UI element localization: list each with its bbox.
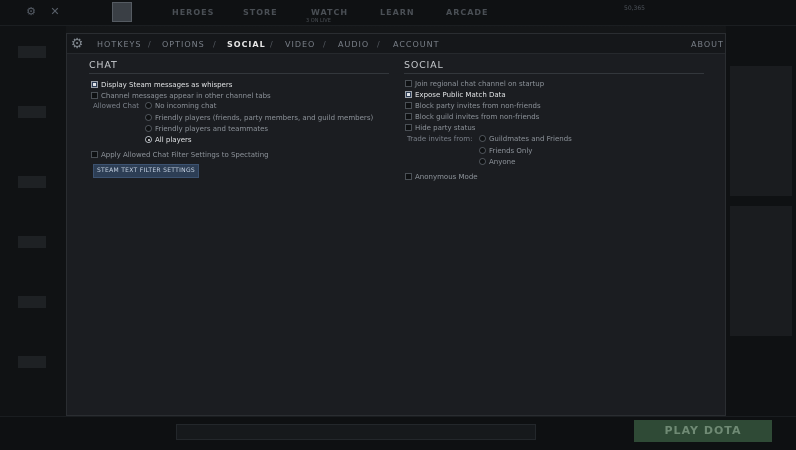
- allowed-chat-option-label: All players: [155, 136, 192, 144]
- block-party-checkbox[interactable]: [405, 102, 412, 109]
- play-dota-button[interactable]: PLAY DOTA: [634, 420, 772, 442]
- tab-separator: /: [213, 40, 216, 49]
- steam-text-filter-button[interactable]: STEAM TEXT FILTER SETTINGS: [93, 164, 199, 178]
- anonymous-mode-label: Anonymous Mode: [415, 173, 478, 181]
- allowed-chat-option-label: Friendly players and teammates: [155, 125, 269, 133]
- allowed-chat-radio[interactable]: [145, 136, 152, 143]
- tab-options[interactable]: OPTIONS: [162, 40, 205, 49]
- chat-input-bar[interactable]: [176, 424, 536, 440]
- trade-invites-label: Trade invites from:: [407, 135, 473, 143]
- main-navbar: ⚙ ✕ HEROES STORE WATCH 3 ON LIVE LEARN A…: [0, 0, 796, 26]
- block-guild-label: Block guild invites from non-friends: [415, 113, 540, 121]
- right-sidebar: [726, 26, 796, 416]
- settings-panel: ⚙ HOTKEYS / OPTIONS / SOCIAL / VIDEO / A…: [66, 33, 726, 416]
- trailer-panel: [730, 206, 792, 336]
- tab-video[interactable]: VIDEO: [285, 40, 315, 49]
- trade-invites-option-label: Friends Only: [489, 147, 533, 155]
- hide-party-checkbox[interactable]: [405, 124, 412, 131]
- sidebar-block: [18, 46, 46, 58]
- left-sidebar: [0, 26, 66, 416]
- tab-account[interactable]: ACCOUNT: [393, 40, 440, 49]
- sidebar-block: [18, 296, 46, 308]
- settings-icon[interactable]: ⚙: [24, 5, 38, 19]
- tab-separator: /: [148, 40, 151, 49]
- allowed-chat-option-label: Friendly players (friends, party members…: [155, 114, 374, 122]
- dota-logo[interactable]: [112, 2, 132, 22]
- hide-party-label: Hide party status: [415, 124, 476, 132]
- coin-balance: 50,365: [624, 5, 645, 12]
- trade-invites-radio[interactable]: [479, 158, 486, 165]
- join-regional-checkbox[interactable]: [405, 80, 412, 87]
- settings-tab-bar: ⚙ HOTKEYS / OPTIONS / SOCIAL / VIDEO / A…: [67, 34, 725, 54]
- allowed-chat-option-label: No incoming chat: [155, 102, 217, 110]
- block-party-label: Block party invites from non-friends: [415, 102, 541, 110]
- block-guild-checkbox[interactable]: [405, 113, 412, 120]
- tab-social[interactable]: SOCIAL: [227, 40, 266, 49]
- gear-icon: ⚙: [70, 36, 84, 52]
- apply-filter-label: Apply Allowed Chat Filter Settings to Sp…: [101, 151, 269, 159]
- sidebar-block: [18, 236, 46, 248]
- allowed-chat-radio[interactable]: [145, 125, 152, 132]
- nav-store[interactable]: STORE: [243, 8, 278, 17]
- allowed-chat-radio[interactable]: [145, 114, 152, 121]
- trade-invites-option-label: Anyone: [489, 158, 516, 166]
- nav-learn[interactable]: LEARN: [380, 8, 415, 17]
- tab-separator: /: [377, 40, 380, 49]
- featured-panel: [730, 66, 792, 196]
- apply-filter-checkbox[interactable]: [91, 151, 98, 158]
- display-whispers-checkbox[interactable]: [91, 81, 98, 88]
- expose-match-checkbox[interactable]: [405, 91, 412, 98]
- anonymous-mode-checkbox[interactable]: [405, 173, 412, 180]
- nav-heroes[interactable]: HEROES: [172, 8, 214, 17]
- trade-invites-radio[interactable]: [479, 135, 486, 142]
- watch-live-count: 3 ON LIVE: [306, 18, 331, 24]
- tab-separator: /: [323, 40, 326, 49]
- channel-tabs-checkbox[interactable]: [91, 92, 98, 99]
- tab-audio[interactable]: AUDIO: [338, 40, 369, 49]
- social-section-title: SOCIAL: [404, 60, 444, 71]
- allowed-chat-label: Allowed Chat: [93, 102, 140, 110]
- trade-invites-radio[interactable]: [479, 147, 486, 154]
- trade-invites-option-label: Guildmates and Friends: [489, 135, 572, 143]
- channel-tabs-label: Channel messages appear in other channel…: [101, 92, 271, 100]
- join-regional-label: Join regional chat channel on startup: [415, 80, 545, 88]
- nav-arcade[interactable]: ARCADE: [446, 8, 489, 17]
- sidebar-block: [18, 356, 46, 368]
- tab-separator: /: [270, 40, 273, 49]
- tab-about[interactable]: ABOUT: [691, 40, 724, 49]
- sidebar-block: [18, 106, 46, 118]
- section-divider: [404, 73, 704, 74]
- display-whispers-label: Display Steam messages as whispers: [101, 81, 233, 89]
- section-divider: [89, 73, 389, 74]
- tab-hotkeys[interactable]: HOTKEYS: [97, 40, 141, 49]
- sidebar-block: [18, 176, 46, 188]
- allowed-chat-radio[interactable]: [145, 102, 152, 109]
- nav-watch[interactable]: WATCH: [311, 8, 348, 17]
- expose-match-label: Expose Public Match Data: [415, 91, 506, 99]
- close-icon[interactable]: ✕: [48, 5, 62, 19]
- chat-section-title: CHAT: [89, 60, 118, 71]
